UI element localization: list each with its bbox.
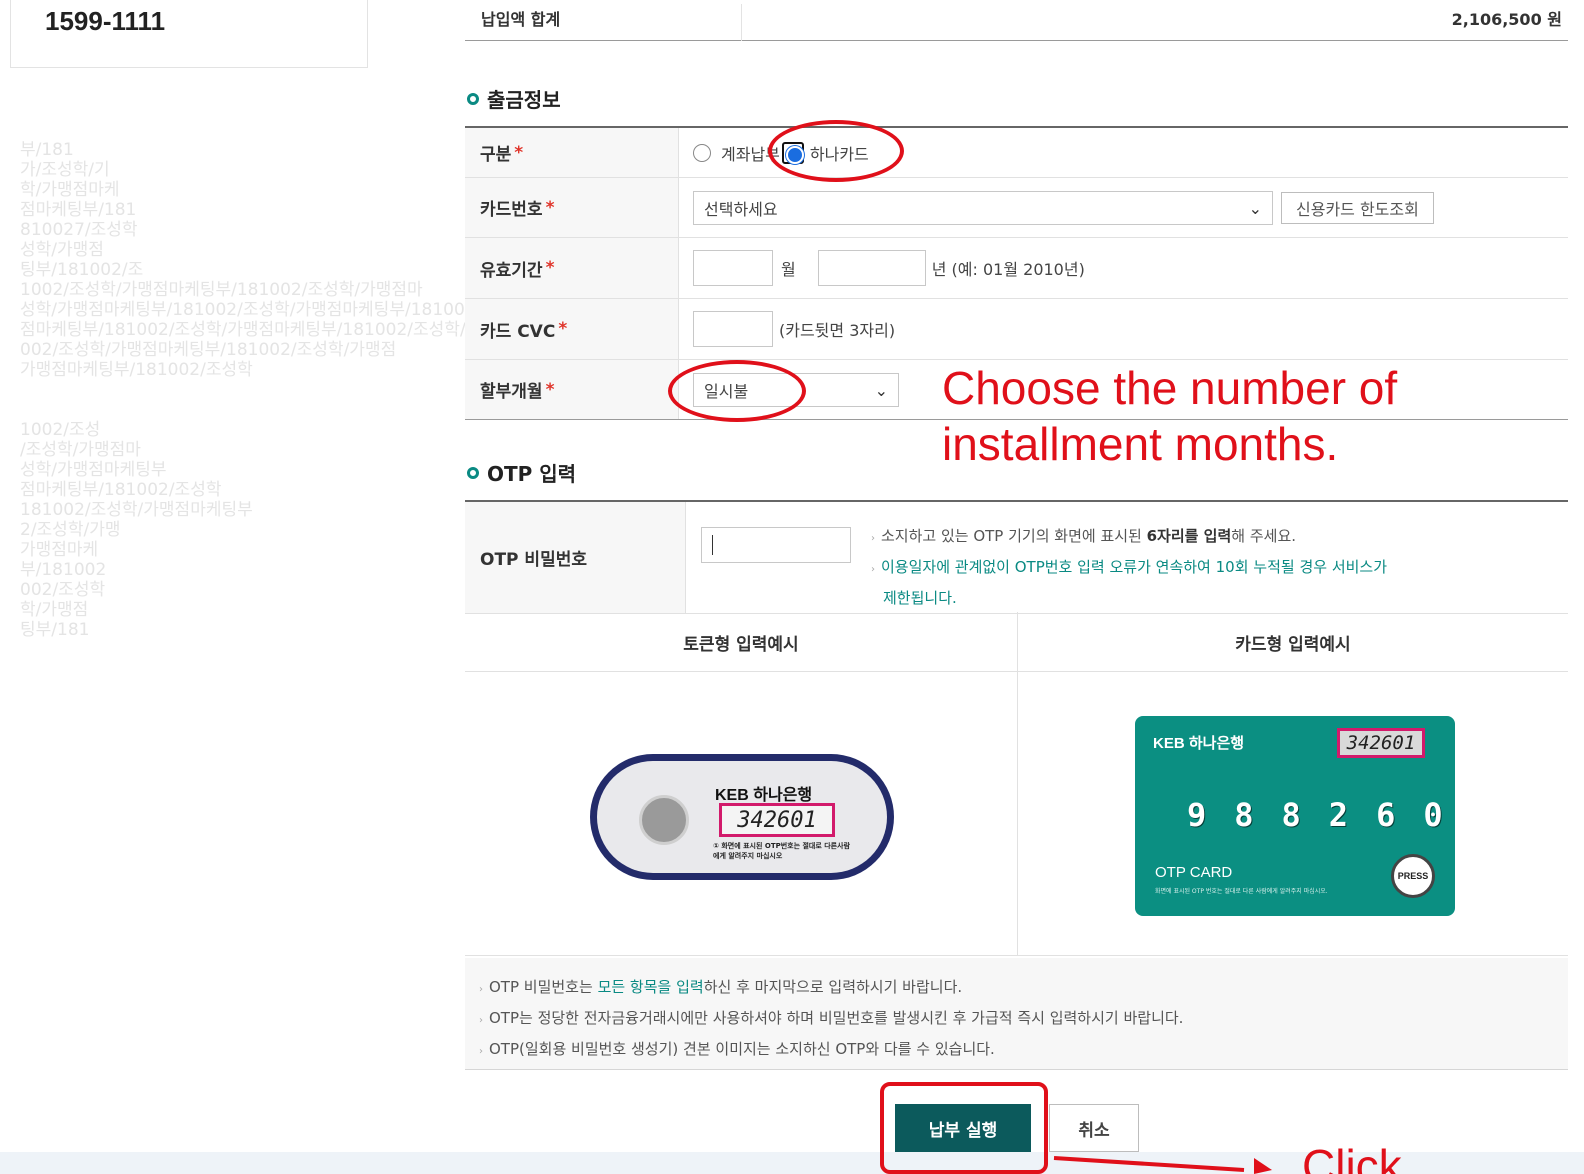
hana-logo: KEB 하나은행 [1153,735,1245,752]
cancel-button[interactable]: 취소 [1049,1104,1139,1152]
card-screen: 342601 [1337,728,1425,758]
annotation-text: Choose the number of installment months. [942,362,1398,470]
watermark-line: 성학/가맹점마케팅부/181002/조성학/가맹점마케팅부/181002/조성학… [20,300,490,320]
card-digits: 988260 [1187,796,1471,834]
section-title-withdraw: 출금정보 [467,84,561,113]
watermark-line: 가맹점마케 [20,540,99,560]
otp-token-image: KEB 하나은행 342601 ① 화면에 표시된 OTP번호는 절대로 다른사… [590,754,894,880]
card-example-title: 카드형 입력예시 [1235,634,1351,655]
total-label: 납입액 합계 [481,10,561,29]
watermark-line: 팅부/181 [20,620,90,640]
watermark-line: 성학/가맹점 [20,240,104,260]
otp-notes: › 소지하고 있는 OTP 기기의 화면에 표시된 6자리를 입력해 주세요. ›… [871,527,1388,607]
installment-select[interactable]: 일시불 ⌄ [693,372,899,407]
token-example-title: 토큰형 입력예시 [683,634,799,655]
section-title-otp: OTP 입력 [467,458,576,487]
expiry-year-input[interactable] [817,250,926,286]
token-button-icon [639,795,689,845]
watermark-line: 점마케팅부/181002/조성학/가맹점마케팅부/181002/조성학/가맹점마 [20,320,490,340]
otp-row: OTP 비밀번호 › 소지하고 있는 OTP 기기의 화면에 표시된 6자리를 입… [465,502,1568,614]
card-number-select[interactable]: 선택하세요 ⌄ [693,190,1273,225]
watermark-line: 2/조성학/가맹 [20,520,121,540]
watermark-line: 002/조성학 [20,580,106,600]
watermark-line: 가/조성학/기 [20,160,110,180]
month-unit: 월 [781,260,796,279]
contact-box: 1599-1111 [10,0,368,68]
watermark-line: 1002/조성 [20,420,101,440]
watermark-line: 부/181002 [20,560,107,580]
otp-card-image: KEB 하나은행 342601 988260 OTP CARD 화면에 표시된 … [1135,716,1455,916]
watermark-line: 점마케팅부/181002/조성학 [20,480,222,500]
otp-table: OTP 비밀번호 › 소지하고 있는 OTP 기기의 화면에 표시된 6자리를 입… [465,500,1568,614]
row-expiry: 유효기간 * 월 년 (예: 01월 2010년) [465,238,1568,299]
watermark-line: /조성학/가맹점마 [20,440,141,460]
radio-account-label: 계좌납부 [721,144,780,164]
hana-logo: KEB 하나은행 [715,787,813,804]
example-images: KEB 하나은행 342601 ① 화면에 표시된 OTP번호는 절대로 다른사… [465,672,1568,956]
annotation-arrow-icon [1053,1156,1272,1174]
chevron-down-icon: ⌄ [874,380,888,400]
watermark-line: 학/가맹점마케 [20,180,120,200]
watermark: 부/181 가/조성학/기 학/가맹점마케 점마케팅부/181 810027/조성학 성학… [20,140,490,940]
cvc-input[interactable] [693,311,773,347]
token-screen: 342601 [719,803,835,837]
row-card-number: 카드번호 * 선택하세요 ⌄ 신용카드 한도조회 [465,178,1568,238]
otp-label: OTP 비밀번호 [465,502,686,613]
cvc-hint: (카드뒷면 3자리) [779,321,896,340]
otp-card-label: OTP CARD [1155,864,1233,881]
total-row: 납입액 합계 2,106,500 원 [465,4,1568,41]
bullet-icon [467,92,479,105]
year-hint: 년 (예: 01월 2010년) [931,260,1085,279]
row-cvc: 카드 CVC * (카드뒷면 3자리) [465,299,1568,360]
watermark-line [20,380,490,400]
expiry-month-input[interactable] [693,250,773,286]
watermark-line: 1002/조성학/가맹점마케팅부/181002/조성학/가맹점마 [20,280,423,300]
watermark-line: 181002/조성학/가맹점마케팅부 [20,500,253,520]
watermark-line: 학/가맹점 [20,600,89,620]
watermark-line: 810027/조성학 [20,220,138,240]
watermark-line [20,400,490,420]
chevron-down-icon: ⌄ [1248,198,1262,218]
watermark-line: 팅부/181002/조 [20,260,144,280]
watermark-line: 점마케팅부/181 [20,200,137,220]
total-value: 2,106,500 원 [1451,10,1562,29]
phone-number: 1599-1111 [45,6,166,36]
watermark-line: 002/조성학/가맹점마케팅부/181002/조성학/가맹점 [20,340,397,360]
watermark-line: 부/181 [20,140,74,160]
press-button-icon: PRESS [1391,854,1435,898]
otp-guide: › OTP 비밀번호는 모든 항목을 입력하신 후 마지막으로 입력하시기 바랍니… [465,958,1568,1070]
radio-account[interactable] [693,143,711,162]
payment-form: 납입액 합계 2,106,500 원 출금정보 구분 * 계좌납부 하나카드 카드… [465,0,1584,1174]
annotation-click-text: Click [1302,1140,1402,1174]
row-type: 구분 * 계좌납부 하나카드 [465,128,1568,178]
radio-hana-card[interactable] [781,141,804,164]
card-limit-button[interactable]: 신용카드 한도조회 [1281,191,1434,224]
otp-input[interactable] [701,527,851,563]
bullet-icon [467,466,479,479]
watermark-line: 성학/가맹점마케팅부 [20,460,167,480]
watermark-line: 가맹점마케팅부/181002/조성학 [20,360,253,380]
radio-hana-card-label: 하나카드 [809,144,869,164]
pay-execute-button[interactable]: 납부 실행 [895,1104,1031,1152]
